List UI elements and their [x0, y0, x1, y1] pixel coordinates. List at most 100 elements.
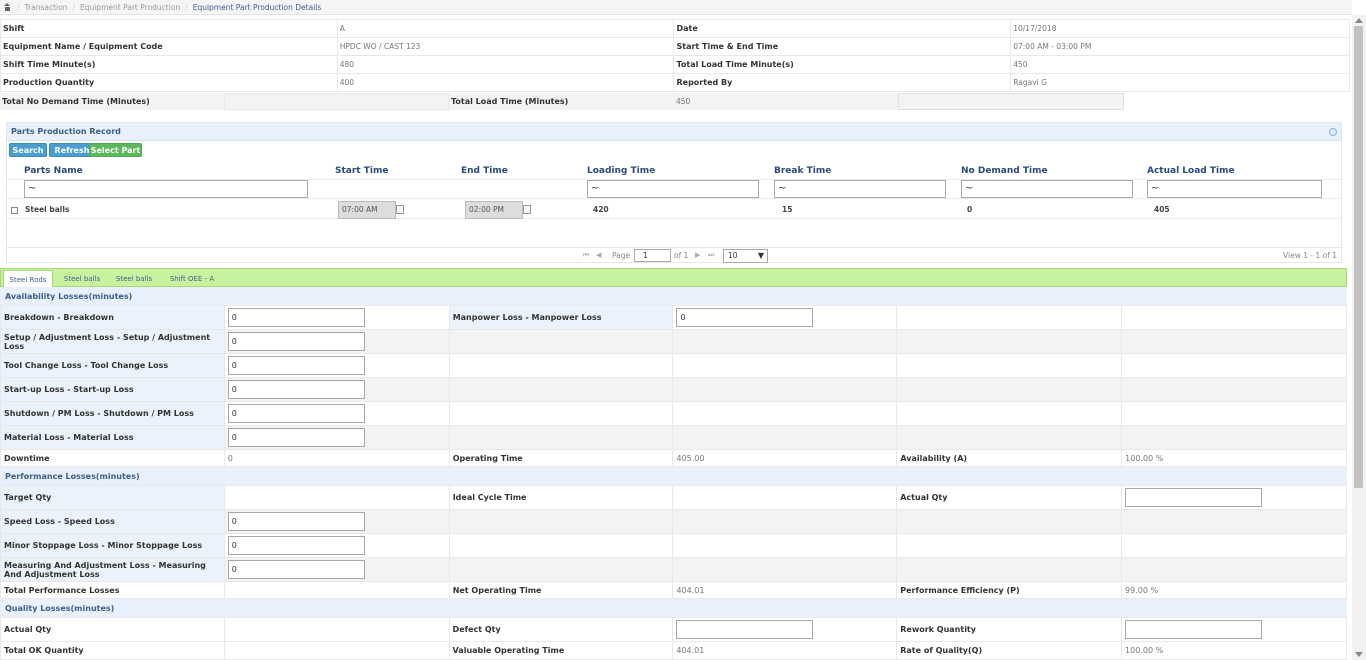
equipment-value: HPDC WO / CAST 123	[336, 37, 675, 56]
col-start-time[interactable]: Start Time	[335, 166, 388, 179]
breakdown-input[interactable]: 0	[227, 308, 365, 327]
search-button[interactable]: Search	[9, 143, 47, 157]
home-icon[interactable]	[3, 3, 12, 11]
startup-input[interactable]: 0	[227, 380, 365, 399]
defect-qty-label: Defect Qty	[448, 617, 674, 642]
breadcrumb-separator: /	[72, 2, 75, 12]
net-operating-time-value: 404.01	[672, 581, 898, 599]
empty-cell	[1121, 377, 1347, 402]
start-end-time-value: 07:00 AM - 03:00 PM	[1010, 37, 1350, 56]
start-time-input[interactable]: 07:00 AM	[338, 201, 396, 219]
date-label: Date	[673, 19, 1012, 38]
minor-stoppage-label: Minor Stoppage Loss - Minor Stoppage Los…	[0, 533, 225, 558]
tab-shift-oee[interactable]: Shift OEE - A	[162, 270, 222, 287]
tool-change-label: Tool Change Loss - Tool Change Loss	[0, 353, 225, 378]
filter-loading-time[interactable]: ~	[587, 180, 759, 198]
empty-cell	[448, 509, 674, 534]
col-break-time[interactable]: Break Time	[774, 166, 831, 179]
tool-change-input[interactable]: 0	[227, 356, 365, 375]
defect-qty-input[interactable]	[676, 620, 814, 639]
performance-efficiency-label: Performance Efficiency (P)	[896, 581, 1123, 599]
sort-icon[interactable]: ◇	[827, 168, 832, 175]
empty-cell	[1121, 353, 1347, 378]
production-info-table: Shift A Date 10/17/2018 Equipment Name /…	[0, 19, 1350, 92]
sort-icon[interactable]: ◇	[1038, 168, 1043, 175]
empty-cell	[448, 353, 674, 378]
total-ok-quantity-value	[223, 641, 450, 660]
quality-title: Quality Losses(minutes)	[0, 599, 1347, 617]
speed-loss-label: Speed Loss - Speed Loss	[0, 509, 225, 534]
empty-cell	[672, 557, 898, 582]
shift-time-label: Shift Time Minute(s)	[0, 55, 338, 74]
scroll-down-arrow[interactable]	[1355, 652, 1363, 657]
tab-steel-balls-1[interactable]: Steel balls	[57, 270, 107, 287]
measuring-adjustment-input[interactable]: 0	[227, 560, 365, 579]
breadcrumb: / Transaction / Equipment Part Productio…	[0, 0, 1352, 15]
panel-title: Parts Production Record	[7, 123, 1341, 141]
collapse-icon[interactable]	[1329, 128, 1337, 136]
filter-no-demand-time[interactable]: ~	[961, 180, 1133, 198]
clock-icon[interactable]	[396, 205, 404, 214]
breadcrumb-equipment-part-production[interactable]: Equipment Part Production	[80, 3, 180, 12]
no-demand-time-cell: 0	[967, 205, 973, 214]
col-parts-name[interactable]: Parts Name	[24, 166, 83, 179]
end-time-input[interactable]: 02:00 PM	[465, 201, 523, 219]
material-input[interactable]: 0	[227, 428, 365, 447]
scrollbar-thumb[interactable]	[1354, 26, 1363, 488]
view-records: View 1 - 1 of 1	[1283, 251, 1337, 260]
filter-parts-name[interactable]: ~	[24, 180, 308, 198]
empty-cell	[448, 401, 674, 426]
operating-time-value: 405.00	[672, 449, 898, 467]
filter-break-time[interactable]: ~	[774, 180, 946, 198]
col-end-time[interactable]: End Time	[461, 166, 508, 179]
col-loading-time[interactable]: Loading Time	[587, 166, 655, 179]
page-size-select[interactable]: 10 ▼	[723, 249, 768, 263]
prev-page-icon[interactable]: ◀	[596, 251, 601, 259]
sort-icon[interactable]: ◇	[650, 168, 655, 175]
valuable-operating-time-label: Valuable Operating Time	[448, 641, 674, 660]
manpower-input[interactable]: 0	[676, 308, 814, 327]
empty-cell	[672, 377, 898, 402]
breadcrumb-current: Equipment Part Production Details	[192, 2, 322, 12]
page-count: of 1	[674, 251, 689, 260]
chevron-down-icon: ▼	[757, 251, 764, 260]
first-page-icon[interactable]: ⏮	[583, 251, 589, 260]
page-input[interactable]: 1	[634, 249, 671, 262]
row-checkbox[interactable]	[11, 207, 18, 214]
reported-by-label: Reported By	[673, 73, 1012, 92]
setup-label: Setup / Adjustment Loss - Setup / Adjust…	[0, 329, 225, 354]
empty-cell	[896, 329, 1123, 354]
total-load-time-value: 450	[1010, 55, 1350, 74]
performance-title: Performance Losses(minutes)	[0, 467, 1347, 485]
minor-stoppage-input[interactable]: 0	[227, 536, 365, 555]
next-page-icon[interactable]: ▶	[695, 251, 700, 259]
speed-loss-input[interactable]: 0	[227, 512, 365, 531]
breadcrumb-separator: /	[17, 2, 20, 12]
total-load-time2-label: Total Load Time (Minutes)	[451, 97, 569, 106]
col-no-demand-time[interactable]: No Demand Time	[961, 166, 1048, 179]
rework-quantity-input[interactable]	[1125, 620, 1263, 639]
tab-steel-balls-2[interactable]: Steel balls	[109, 270, 159, 287]
start-end-time-label: Start Time & End Time	[673, 37, 1012, 56]
losses-section: Availability Losses(minutes) Breakdown -…	[0, 287, 1347, 660]
reported-by-value: Ragavi G	[1010, 73, 1350, 92]
scroll-up-arrow[interactable]	[1355, 18, 1363, 23]
breadcrumb-transaction[interactable]: Transaction	[25, 3, 68, 12]
page-size-value: 10	[728, 251, 738, 260]
empty-cell	[896, 401, 1123, 426]
actual-qty-input[interactable]	[1125, 488, 1263, 507]
clock-icon[interactable]	[523, 205, 531, 214]
col-actual-load-time[interactable]: Actual Load Time	[1147, 166, 1235, 179]
filter-actual-load-time[interactable]: ~	[1147, 180, 1322, 198]
total-performance-losses-value	[223, 581, 450, 599]
setup-input[interactable]: 0	[227, 332, 365, 351]
empty-cell	[1121, 329, 1347, 354]
empty-cell	[672, 533, 898, 558]
tab-steel-rods[interactable]: Steel Rods	[3, 270, 53, 288]
page: / Transaction / Equipment Part Productio…	[0, 0, 1366, 660]
sort-icon[interactable]: ◇	[1225, 168, 1230, 175]
shutdown-input[interactable]: 0	[227, 404, 365, 423]
last-page-icon[interactable]: ⏭	[708, 251, 714, 260]
downtime-value: 0	[223, 449, 450, 467]
select-part-button[interactable]: Select Part	[89, 143, 142, 157]
